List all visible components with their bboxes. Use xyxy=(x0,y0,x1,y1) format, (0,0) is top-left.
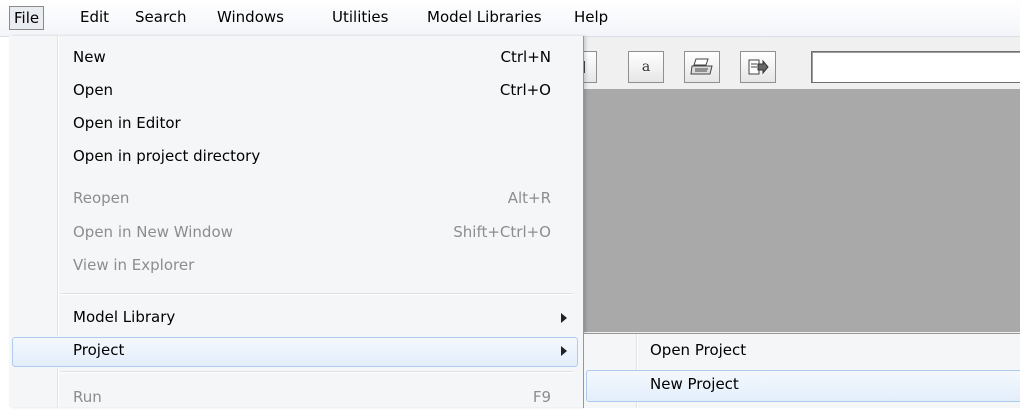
menu-file[interactable]: File xyxy=(9,6,45,30)
file-menu-item-reopen[interactable]: Reopen Alt+R xyxy=(9,185,583,215)
menu-item-shortcut: Ctrl+N xyxy=(500,48,551,66)
menu-help[interactable]: Help xyxy=(570,6,612,30)
font-button-label: a xyxy=(641,59,651,75)
export-arrow-icon xyxy=(748,59,769,75)
menu-item-label: Project xyxy=(73,341,125,359)
menu-edit[interactable]: Edit xyxy=(76,6,113,30)
export-button[interactable] xyxy=(740,51,776,83)
toolbar-text-input[interactable] xyxy=(811,51,1020,83)
submenu-item-new-project[interactable]: New Project xyxy=(584,370,1020,402)
printer-icon xyxy=(690,58,713,75)
toolbar: a xyxy=(571,37,1020,89)
menu-separator xyxy=(61,371,573,372)
file-menu-item-open[interactable]: Open Ctrl+O xyxy=(9,77,583,107)
project-submenu: Open Project New Project xyxy=(583,333,1020,408)
menu-item-label: Model Library xyxy=(73,308,176,326)
font-button[interactable]: a xyxy=(628,51,664,83)
menu-item-label: Run xyxy=(73,388,102,406)
menu-model-libraries[interactable]: Model Libraries xyxy=(423,6,546,30)
file-menu-item-open-in-editor[interactable]: Open in Editor xyxy=(9,110,583,140)
menu-item-label: Open xyxy=(73,81,114,99)
menu-item-shortcut: Ctrl+O xyxy=(499,81,551,99)
print-button[interactable] xyxy=(684,51,720,83)
file-menu-item-project[interactable]: Project xyxy=(9,337,583,367)
menu-item-label: Reopen xyxy=(73,189,130,207)
menu-separator xyxy=(61,293,573,294)
file-menu-item-view-in-explorer[interactable]: View in Explorer xyxy=(9,252,583,282)
submenu-arrow-icon xyxy=(561,313,567,323)
menu-bar: File Edit Search Windows Utilities Model… xyxy=(0,0,1020,37)
menu-search[interactable]: Search xyxy=(131,6,191,30)
menu-item-label: View in Explorer xyxy=(73,256,195,274)
workspace-area xyxy=(583,89,1020,332)
file-menu-item-run[interactable]: Run F9 xyxy=(9,384,583,414)
menu-item-label: New xyxy=(73,48,106,66)
menu-windows[interactable]: Windows xyxy=(213,6,288,30)
file-menu-item-open-in-project-directory[interactable]: Open in project directory xyxy=(9,143,583,173)
menu-item-shortcut: Alt+R xyxy=(507,189,551,207)
file-menu-dropdown: New Ctrl+N Open Ctrl+O Open in Editor Op… xyxy=(9,36,584,407)
menu-item-shortcut: F9 xyxy=(532,388,551,406)
file-menu-item-new[interactable]: New Ctrl+N xyxy=(9,44,583,74)
submenu-item-open-project[interactable]: Open Project xyxy=(584,336,1020,368)
menu-item-shortcut: Shift+Ctrl+O xyxy=(453,223,551,241)
submenu-arrow-icon xyxy=(561,346,567,356)
menu-item-label: Open in New Window xyxy=(73,223,233,241)
menu-item-label: Open in Editor xyxy=(73,114,181,132)
file-menu-item-open-in-new-window[interactable]: Open in New Window Shift+Ctrl+O xyxy=(9,219,583,249)
menu-item-label: Open in project directory xyxy=(73,147,261,165)
submenu-item-label: New Project xyxy=(650,375,739,393)
menu-utilities[interactable]: Utilities xyxy=(328,6,392,30)
file-menu-item-model-library[interactable]: Model Library xyxy=(9,304,583,334)
submenu-item-label: Open Project xyxy=(650,341,747,359)
